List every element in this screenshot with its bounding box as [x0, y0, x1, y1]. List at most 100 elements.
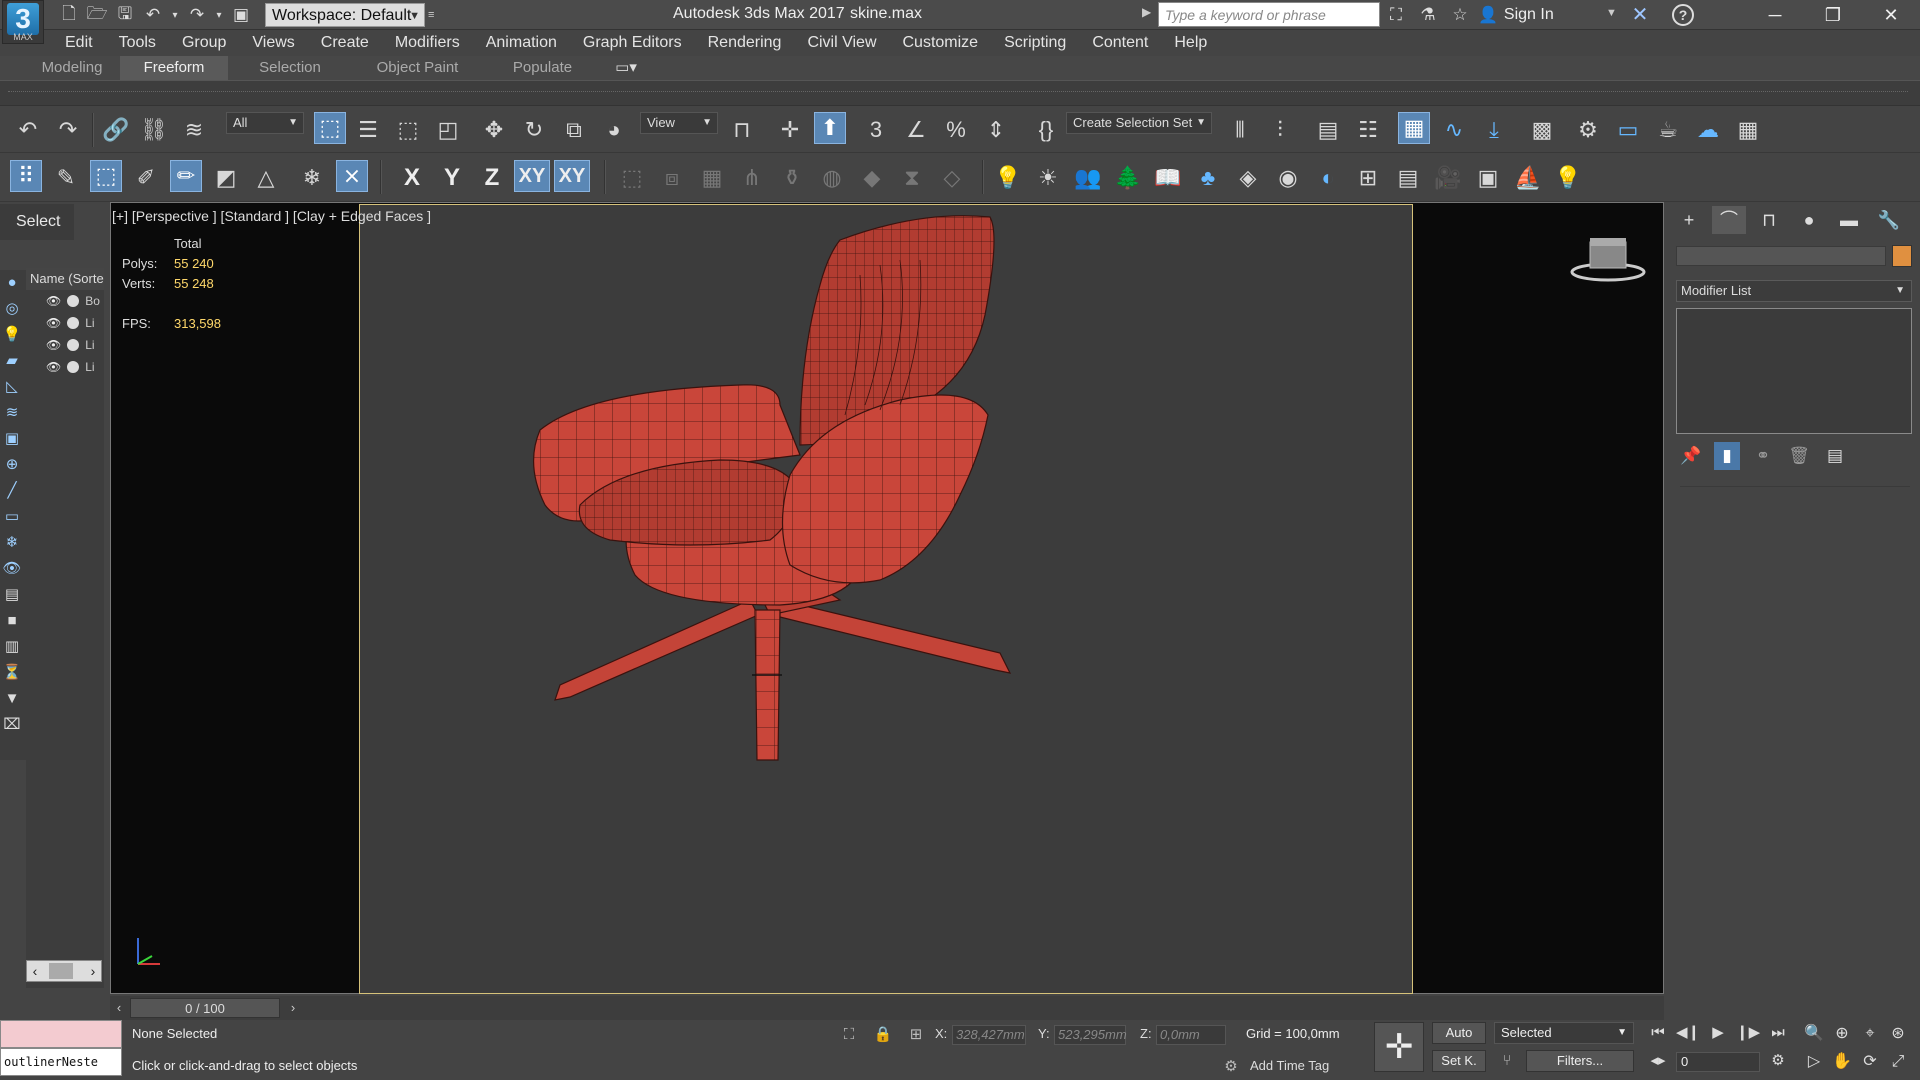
- tree-icon[interactable]: ♣: [1192, 162, 1224, 194]
- select-and-rotate-icon[interactable]: ↻: [518, 114, 550, 146]
- ribbon-options-icon[interactable]: ▭▾: [606, 56, 646, 80]
- key-mode-toggle-icon[interactable]: ◂▸: [1646, 1050, 1670, 1072]
- viewcube[interactable]: [1568, 234, 1648, 284]
- display-helpers-icon[interactable]: ◺: [0, 374, 24, 400]
- toggle-ribbon-icon[interactable]: ▦: [1398, 112, 1430, 144]
- select-by-name-icon[interactable]: ☰: [352, 114, 384, 146]
- menu-customize[interactable]: Customize: [890, 30, 992, 56]
- tab-object-paint[interactable]: Object Paint: [360, 56, 475, 80]
- communication-center-icon[interactable]: ⚗: [1416, 4, 1440, 26]
- tab-selection[interactable]: Selection: [240, 56, 340, 80]
- time-configuration-icon[interactable]: ⚙: [1766, 1050, 1790, 1072]
- menu-views[interactable]: Views: [239, 30, 307, 56]
- unlink-selection-icon[interactable]: ⛓: [138, 114, 170, 146]
- material-editor-icon[interactable]: ▩: [1526, 114, 1558, 146]
- constraint-plane-icon[interactable]: ⨯: [336, 160, 368, 192]
- previous-frame-icon[interactable]: ◀❙: [1676, 1022, 1700, 1044]
- object-color-swatch[interactable]: [1892, 245, 1912, 267]
- display-lights-icon[interactable]: 💡: [0, 322, 24, 348]
- isolate-icon[interactable]: ◇: [936, 162, 968, 194]
- pin-icon[interactable]: ✎: [50, 162, 82, 194]
- layer-explorer-icon[interactable]: ☷: [1352, 114, 1384, 146]
- menu-modifiers[interactable]: Modifiers: [382, 30, 473, 56]
- restore-button[interactable]: ❐: [1804, 0, 1862, 30]
- bind-to-space-warp-icon[interactable]: ≋: [178, 114, 210, 146]
- pan-view-icon[interactable]: ✋: [1830, 1050, 1854, 1074]
- menu-group[interactable]: Group: [169, 30, 239, 56]
- auto-key-button[interactable]: Auto: [1432, 1022, 1486, 1044]
- go-to-start-icon[interactable]: ⏮: [1646, 1022, 1670, 1044]
- pivot-center-icon[interactable]: ⊓: [726, 114, 758, 146]
- time-previous-icon[interactable]: ‹: [110, 998, 128, 1018]
- motion-tab-icon[interactable]: ●: [1792, 206, 1826, 234]
- display-invert-icon[interactable]: ▥: [0, 634, 24, 660]
- eye-icon[interactable]: 👁: [46, 294, 61, 308]
- open-file-icon[interactable]: 🗁: [86, 4, 108, 26]
- menu-help[interactable]: Help: [1161, 30, 1220, 56]
- workspace-menu-icon[interactable]: ≡: [428, 4, 442, 26]
- project-folder-icon[interactable]: ▣: [230, 4, 252, 26]
- reference-coordinate-dropdown[interactable]: View ▼: [640, 112, 718, 134]
- window-crossing-icon[interactable]: ◰: [432, 114, 464, 146]
- minimize-button[interactable]: ─: [1746, 0, 1804, 30]
- select-object-icon[interactable]: ⬚: [314, 112, 346, 144]
- angle-snap-icon[interactable]: ∠: [900, 114, 932, 146]
- make-unique-icon[interactable]: ⚭: [1750, 442, 1776, 470]
- grid-frame-icon[interactable]: ⊞: [1352, 162, 1384, 194]
- key-filters-button[interactable]: Filters...: [1526, 1050, 1634, 1072]
- menu-content[interactable]: Content: [1079, 30, 1161, 56]
- filter-icon[interactable]: ⏳: [0, 660, 24, 686]
- favorites-star-icon[interactable]: ☆: [1448, 4, 1472, 26]
- undo-icon[interactable]: ↶: [12, 114, 44, 146]
- display-all-icon[interactable]: ▤: [0, 582, 24, 608]
- percent-snap-icon[interactable]: %: [940, 114, 972, 146]
- eye-icon[interactable]: 👁: [46, 360, 61, 374]
- remove-modifier-icon[interactable]: 🗑: [1786, 442, 1812, 470]
- axis-x-button[interactable]: X: [396, 162, 428, 194]
- display-spacewarps-icon[interactable]: ≋: [0, 400, 24, 426]
- render-in-cloud-icon[interactable]: ☁: [1692, 114, 1724, 146]
- edit-icon[interactable]: ✐: [130, 162, 162, 194]
- modifier-list-dropdown[interactable]: Modifier List ▼: [1676, 280, 1912, 302]
- go-to-end-icon[interactable]: ⏭: [1766, 1022, 1790, 1044]
- schematic-view-icon[interactable]: ⤓: [1478, 114, 1510, 146]
- scroll-right-icon[interactable]: ›: [85, 961, 101, 981]
- normal-align-icon[interactable]: ⚱: [776, 162, 808, 194]
- new-file-icon[interactable]: 🗋: [58, 4, 80, 26]
- eye-icon[interactable]: 👁: [46, 338, 61, 352]
- key-mode-icon[interactable]: ⑂: [1496, 1050, 1518, 1072]
- edit-named-selection-icon[interactable]: {}: [1030, 114, 1062, 146]
- paint-edit-icon[interactable]: ✏: [170, 160, 202, 192]
- modify-tab-icon[interactable]: ⌒: [1712, 206, 1746, 234]
- object-paint-icon[interactable]: ◩: [210, 162, 242, 194]
- find-icon[interactable]: ⌧: [0, 712, 24, 738]
- show-end-result-icon[interactable]: ▮: [1714, 442, 1740, 470]
- search-expand-icon[interactable]: ▶: [1142, 5, 1151, 19]
- display-cameras-icon[interactable]: ▰: [0, 348, 24, 374]
- spinner-snap-icon[interactable]: ⇕: [980, 114, 1012, 146]
- display-xrefs-icon[interactable]: ⊕: [0, 452, 24, 478]
- render-dot-icon[interactable]: [67, 361, 80, 373]
- align-icon[interactable]: ⫶: [1264, 114, 1296, 146]
- chevron-down-icon[interactable]: ▼: [1606, 7, 1617, 19]
- display-groups-icon[interactable]: ▣: [0, 426, 24, 452]
- scene-explorer-mode-label[interactable]: Select: [0, 204, 74, 240]
- teapot-icon[interactable]: ◉: [1272, 162, 1304, 194]
- redo-icon[interactable]: ↷: [186, 4, 208, 26]
- list-item[interactable]: 👁 Li: [26, 334, 104, 356]
- play-icon[interactable]: ▶: [1706, 1022, 1730, 1044]
- clone-align-icon[interactable]: ⋔: [736, 162, 768, 194]
- workspace-dropdown[interactable]: Workspace: Default ▼: [265, 3, 425, 27]
- menu-scripting[interactable]: Scripting: [991, 30, 1079, 56]
- redo-dropdown-icon[interactable]: ▾: [214, 4, 224, 26]
- sphere-icon[interactable]: ◐: [1312, 162, 1344, 194]
- key-filter-dropdown[interactable]: Selected ▼: [1494, 1022, 1634, 1044]
- search-input[interactable]: Type a keyword or phrase: [1158, 2, 1380, 27]
- select-and-link-icon[interactable]: 🔗: [100, 114, 132, 146]
- explorer-horizontal-scrollbar[interactable]: ‹ ›: [26, 960, 102, 982]
- hierarchy-tab-icon[interactable]: ⊓: [1752, 206, 1786, 234]
- maxscript-input[interactable]: outlinerNeste: [0, 1048, 122, 1076]
- mirror-icon[interactable]: ⫴: [1224, 114, 1256, 146]
- people-icon[interactable]: 👥: [1072, 162, 1104, 194]
- undo-icon[interactable]: ↶: [142, 4, 164, 26]
